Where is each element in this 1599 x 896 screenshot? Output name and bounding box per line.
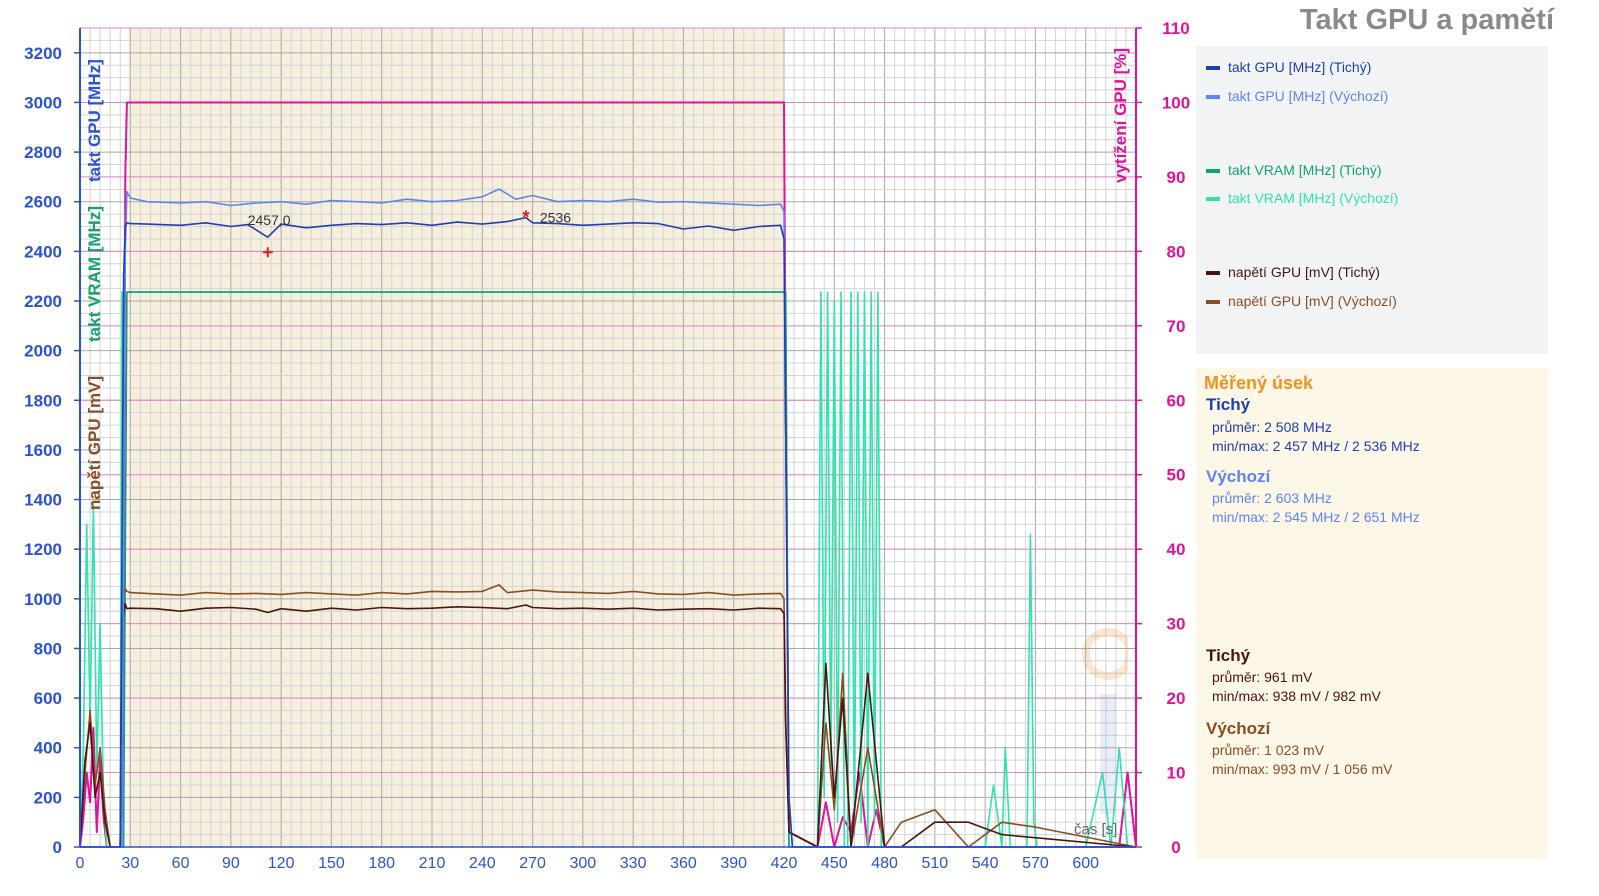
y-right-title: vytížení GPU [%] [1111,48,1130,183]
legend-label: takt GPU [MHz] (Výchozí) [1228,88,1389,104]
y-left-tick-label: 1000 [24,590,62,609]
legend-label: napětí GPU [mV] (Tichý) [1228,264,1380,280]
y-left-tick-label: 1600 [24,441,62,460]
x-tick-label: 600 [1072,855,1099,872]
y-left-tick-label: 2400 [24,242,62,261]
legend-item-quiet-voltage: napětí GPU [mV] (Tichý) [1206,264,1380,280]
stats-volt-quiet-avg: průměr: 961 mV [1212,669,1313,685]
stats-volt-quiet-minmax: min/max: 938 mV / 982 mV [1212,688,1381,704]
x-tick-label: 270 [519,855,546,872]
y-left-tick-label: 3000 [24,93,62,112]
x-tick-label: 390 [720,855,747,872]
y-right-tick-label: 20 [1167,689,1186,708]
y-right-tick-label: 10 [1167,764,1186,783]
y-right-tick-label: 110 [1162,19,1189,38]
y-right-tick-label: 60 [1167,391,1186,410]
legend-swatch [1206,95,1220,100]
x-tick-label: 300 [570,855,597,872]
y-left-tick-label: 400 [34,739,62,758]
stats-volt-default-name: Výchozí [1206,719,1271,738]
y-left-title-voltage: napětí GPU [mV] [85,376,104,510]
y-left-tick-label: 0 [53,838,62,857]
x-tick-label: 150 [318,855,345,872]
y-left-tick-label: 200 [34,788,62,807]
y-left-tick-label: 2000 [24,342,62,361]
x-tick-label: 240 [469,855,496,872]
stats-clock-default-name: Výchozí [1206,467,1271,486]
measured-interval-stats: Měřený úsek Tichý průměr: 2 508 MHz min/… [1196,368,1548,859]
y-left-tick-label: 2800 [24,143,62,162]
legend-label: takt GPU [MHz] (Tichý) [1228,59,1372,75]
legend-swatch [1206,169,1220,174]
x-tick-label: 90 [222,855,240,872]
legend-item-default-clock: takt GPU [MHz] (Výchozí) [1206,88,1388,104]
stats-volt-quiet-name: Tichý [1206,646,1251,665]
y-right-tick-label: 100 [1162,93,1190,112]
x-tick-label: 480 [871,855,898,872]
y-right-tick-label: 0 [1171,838,1180,857]
legend-swatch [1206,300,1220,305]
chart-title: Takt GPU a pamětí [1299,4,1554,36]
x-tick-label: 60 [172,855,190,872]
legend-swatch [1206,271,1220,276]
legend: takt GPU [MHz] (Tichý) takt GPU [MHz] (V… [1196,46,1548,354]
x-tick-label: 120 [268,855,295,872]
x-tick-label: 540 [972,855,999,872]
y-left-tick-label: 1200 [24,540,62,559]
legend-swatch [1206,66,1220,71]
x-tick-label: 330 [620,855,647,872]
watermark-logo [1082,628,1128,814]
y-right-tick-label: 30 [1167,615,1186,634]
y-left-tick-label: 800 [34,639,62,658]
y-left-tick-label: 1800 [24,391,62,410]
y-left-tick-label: 2200 [24,292,62,311]
y-right-tick-label: 40 [1167,540,1186,559]
stats-volt-default-avg: průměr: 1 023 mV [1212,742,1325,758]
max-annotation-label: 2536 [540,210,571,226]
legend-item-default-vram: takt VRAM [MHz] (Výchozí) [1206,190,1398,206]
x-tick-label: 570 [1022,855,1049,872]
stats-heading: Měřený úsek [1204,373,1314,393]
x-tick-label: 210 [419,855,446,872]
y-left-tick-label: 1400 [24,491,62,510]
x-tick-label: 450 [821,855,848,872]
legend-label: napětí GPU [mV] (Výchozí) [1228,293,1397,309]
min-annotation-label: 2457,0 [248,212,291,228]
max-marker: * [522,208,529,228]
legend-label: takt VRAM [MHz] (Tichý) [1228,162,1382,178]
legend-swatch [1206,197,1220,202]
y-left-tick-label: 600 [34,689,62,708]
y-right-tick-label: 70 [1167,317,1186,336]
y-right-tick-label: 50 [1167,466,1186,485]
legend-item-quiet-vram: takt VRAM [MHz] (Tichý) [1206,162,1382,178]
x-tick-label: 360 [670,855,697,872]
legend-item-default-voltage: napětí GPU [mV] (Výchozí) [1206,293,1397,309]
legend-item-quiet-clock: takt GPU [MHz] (Tichý) [1206,59,1371,75]
y-right-tick-label: 90 [1167,168,1186,187]
stats-clock-default-avg: průměr: 2 603 MHz [1212,490,1332,506]
x-tick-label: 0 [76,855,85,872]
legend-label: takt VRAM [MHz] (Výchozí) [1228,190,1399,206]
y-left-tick-label: 3200 [24,44,62,63]
x-tick-label: 180 [368,855,395,872]
x-tick-label: 420 [771,855,798,872]
y-left-title-vram: takt VRAM [MHz] [85,206,104,342]
stats-clock-quiet-name: Tichý [1206,395,1251,414]
stats-clock-default-minmax: min/max: 2 545 MHz / 2 651 MHz [1212,509,1420,525]
x-tick-label: 30 [121,855,139,872]
y-right-tick-label: 80 [1167,242,1186,261]
y-left-title-clock: takt GPU [MHz] [85,59,104,182]
x-tick-label: 510 [922,855,949,872]
stats-volt-default-minmax: min/max: 993 mV / 1 056 mV [1212,761,1393,777]
y-left-tick-label: 2600 [24,193,62,212]
stats-clock-quiet-minmax: min/max: 2 457 MHz / 2 536 MHz [1212,438,1420,454]
stats-clock-quiet-avg: průměr: 2 508 MHz [1212,419,1332,435]
